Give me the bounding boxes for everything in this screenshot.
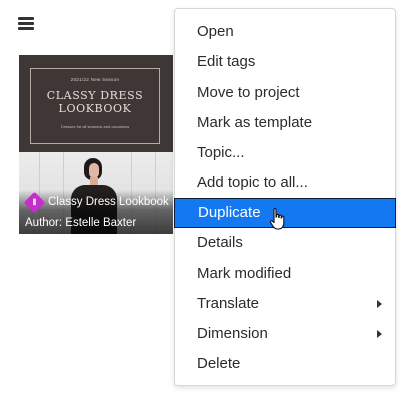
menu-item-mark-modified[interactable]: Mark modified <box>175 259 395 289</box>
menu-item-add-topic-to-all[interactable]: Add topic to all... <box>175 168 395 198</box>
design-thumbnail-card[interactable]: 2021/22 New Season CLASSY DRESS LOOKBOOK… <box>19 55 173 234</box>
card-author: Author: Estelle Baxter <box>25 217 137 229</box>
context-menu: Open Edit tags Move to project Mark as t… <box>174 8 396 386</box>
submenu-arrow-icon <box>377 300 382 308</box>
template-badge-glyph: ⦀ <box>32 198 37 207</box>
menu-item-topic[interactable]: Topic... <box>175 138 395 168</box>
submenu-arrow-icon <box>377 330 382 338</box>
cover-frame: 2021/22 New Season CLASSY DRESS LOOKBOOK… <box>30 68 160 144</box>
menu-item-duplicate[interactable]: Duplicate <box>174 198 396 228</box>
menu-item-open[interactable]: Open <box>175 17 395 47</box>
hamburger-menu-icon[interactable] <box>18 17 34 31</box>
card-title: Classy Dress Lookbook <box>48 196 169 208</box>
cover-title-text: CLASSY DRESS LOOKBOOK <box>46 89 144 115</box>
menu-item-mark-as-template[interactable]: Mark as template <box>175 108 395 138</box>
cover-subtitle-text: Dresses for all seasons and occasions <box>60 124 130 129</box>
menu-item-dimension[interactable]: Dimension <box>175 319 395 349</box>
menu-item-edit-tags[interactable]: Edit tags <box>175 47 395 77</box>
menu-item-details[interactable]: Details <box>175 228 395 258</box>
menu-item-delete[interactable]: Delete <box>175 349 395 379</box>
menu-item-translate[interactable]: Translate <box>175 289 395 319</box>
cover-season-text: 2021/22 New Season <box>70 77 120 82</box>
menu-item-move-to-project[interactable]: Move to project <box>175 78 395 108</box>
